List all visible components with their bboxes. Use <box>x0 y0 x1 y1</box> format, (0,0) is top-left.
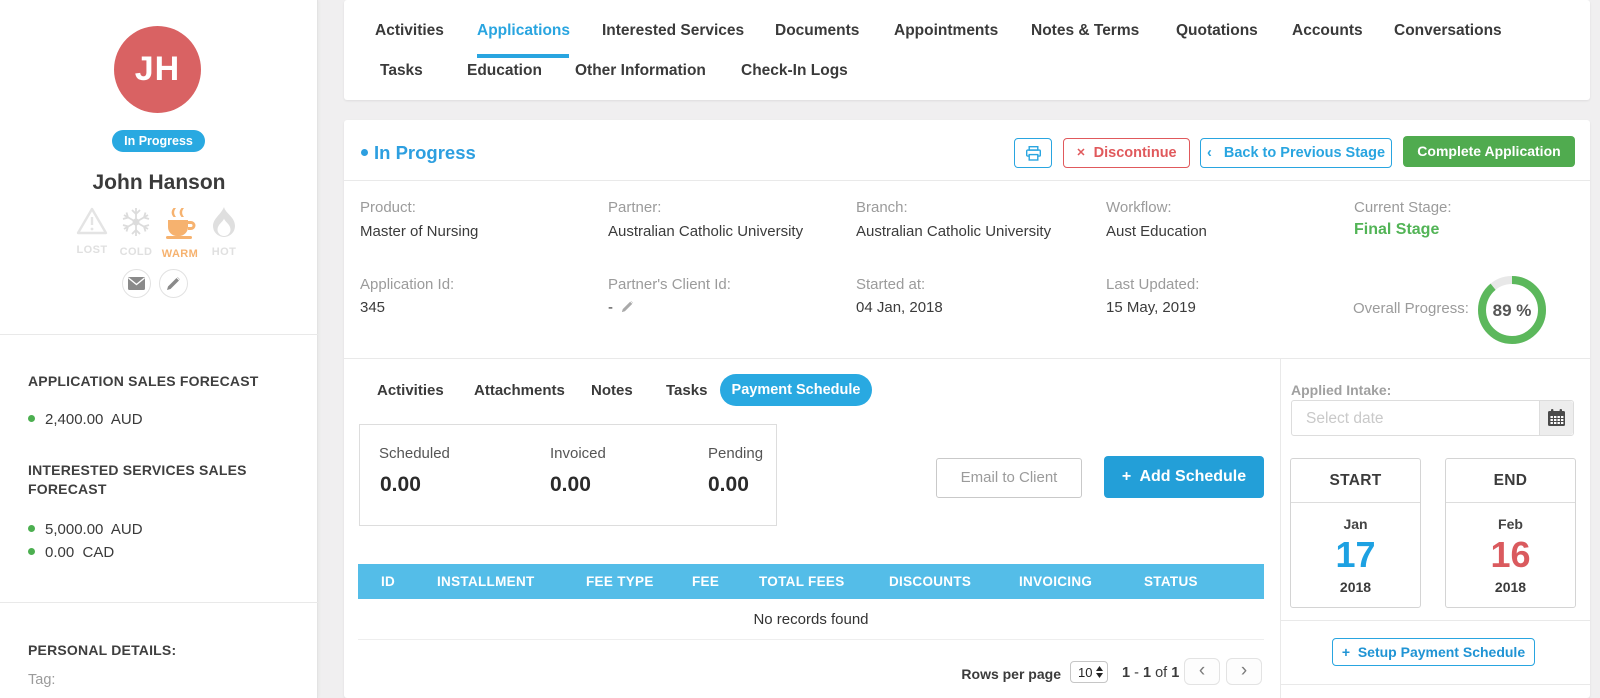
svg-text:89 %: 89 % <box>1493 301 1532 320</box>
